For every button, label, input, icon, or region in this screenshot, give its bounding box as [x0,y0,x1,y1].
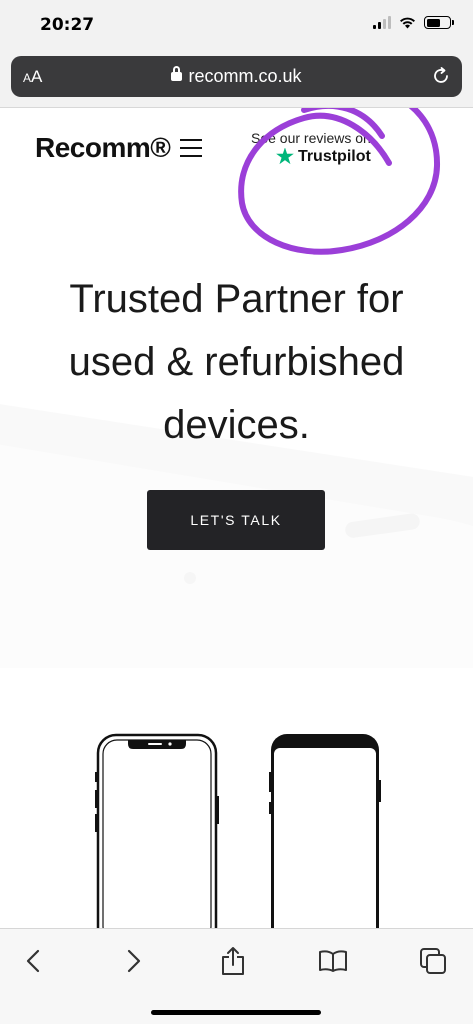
hero-line: Trusted Partner for [69,277,404,321]
lets-talk-button[interactable]: LET'S TALK [147,490,325,550]
lock-icon [171,66,183,81]
back-icon[interactable] [13,943,53,979]
url-text: recomm.co.uk [188,66,302,86]
tabs-icon[interactable] [413,943,453,979]
reload-icon[interactable] [431,66,451,86]
site-logo[interactable]: Recomm® [35,132,171,164]
status-bar: 20:27 [0,0,473,52]
address-bar[interactable]: AA recomm.co.uk [11,56,462,97]
status-icons [373,16,454,29]
iphone-illustration [95,733,219,928]
hero-heading: Trusted Partner for used & refurbished d… [0,268,473,457]
hero-line: devices. [163,403,310,447]
web-page: Recomm® See our reviews on ★ Trustpilot … [0,108,473,928]
trustpilot-star-icon: ★ [276,148,294,166]
url-field[interactable]: recomm.co.uk [11,66,462,87]
share-icon[interactable] [213,943,253,979]
home-indicator [151,1010,321,1015]
trustpilot-link[interactable]: ★ Trustpilot [276,148,371,166]
hero-line: used & refurbished [68,340,405,384]
address-bar-container: AA recomm.co.uk [0,52,473,108]
trustpilot-label: Trustpilot [297,148,371,165]
browser-toolbar [0,928,473,1024]
hamburger-menu-icon[interactable] [180,139,202,157]
signal-icon [373,16,391,29]
bookmarks-icon[interactable] [313,943,353,979]
reviews-text[interactable]: See our reviews on [251,130,371,146]
android-phone-illustration [269,734,381,928]
forward-icon[interactable] [114,943,154,979]
status-time: 20:27 [40,15,95,35]
wifi-icon [400,17,415,29]
battery-icon [424,16,454,29]
